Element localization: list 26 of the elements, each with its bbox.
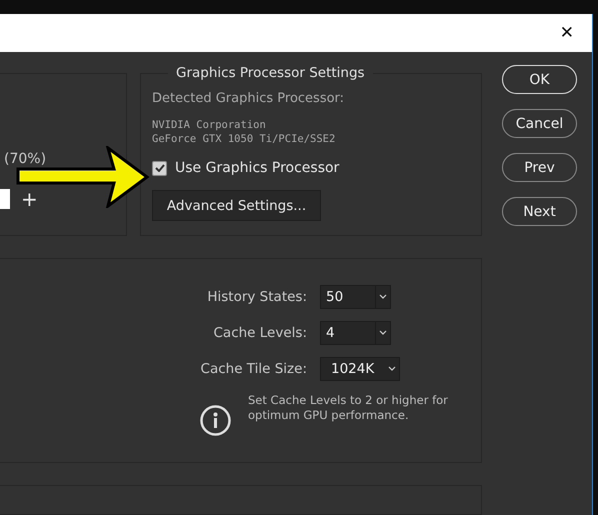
- dialog-button[interactable]: Cancel: [502, 109, 577, 138]
- detected-gpu-label: Detected Graphics Processor:: [152, 91, 346, 106]
- memory-percent: (70%): [4, 151, 46, 167]
- gpu-vendor: NVIDIA Corporation: [152, 118, 267, 132]
- checkbox-label: Use Graphics Processor: [175, 160, 340, 176]
- panel-title: Graphics Processor Settings: [175, 65, 366, 81]
- info-icon: [200, 405, 231, 436]
- gpu-note: Set Cache Levels to 2 or higher for optimum GPU performance.: [248, 393, 449, 424]
- field-label: Cache Tile Size:: [200, 360, 307, 376]
- dialog-button[interactable]: OK: [502, 65, 577, 94]
- combo-field[interactable]: 4: [320, 320, 391, 344]
- dialog-button[interactable]: Next: [502, 197, 577, 226]
- close-button[interactable]: ✕: [556, 23, 578, 43]
- dialog-button[interactable]: Prev: [502, 153, 577, 182]
- dropdown[interactable]: 1024K: [320, 356, 400, 380]
- increase-button[interactable]: +: [21, 187, 38, 211]
- field-label: Cache Levels:: [212, 324, 307, 340]
- combo-field[interactable]: 50: [320, 284, 391, 308]
- caret-icon: [379, 294, 387, 299]
- gpu-model: GeForce GTX 1050 Ti/PCIe/SSE2: [152, 132, 336, 146]
- memory-value-field[interactable]: [0, 189, 10, 209]
- advanced-settings-button[interactable]: Advanced Settings...: [152, 190, 321, 221]
- caret-icon: [388, 366, 396, 371]
- gpu-checkbox[interactable]: [152, 160, 167, 176]
- field-label: History States:: [206, 288, 307, 304]
- caret-icon: [379, 330, 387, 335]
